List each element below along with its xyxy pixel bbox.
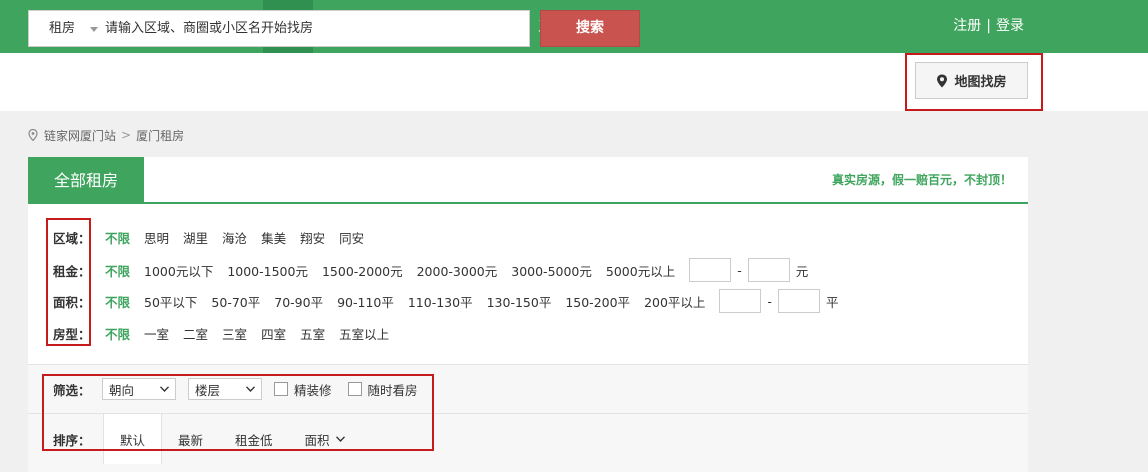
rent-option[interactable]: 2000-3000元 <box>417 261 498 280</box>
rent-unit: 元 <box>795 263 809 279</box>
location-pin-icon <box>28 129 38 141</box>
annotation-box-labels <box>46 218 91 346</box>
auth-links: 注册 | 登录 <box>953 0 1024 53</box>
area-option[interactable]: 同安 <box>339 228 364 247</box>
size-unit: 平 <box>825 294 839 310</box>
size-option[interactable]: 70-90平 <box>274 292 323 311</box>
filter-row-layout: 房型： 不限 一室 二室 三室 四室 五室 五室以上 <box>53 323 403 343</box>
annotation-box-sort <box>42 374 434 451</box>
area-option[interactable]: 翔安 <box>300 228 325 247</box>
size-option[interactable]: 50-70平 <box>211 292 260 311</box>
breadcrumb-current[interactable]: 厦门租房 <box>136 127 184 144</box>
chevron-right-icon: > <box>121 128 132 142</box>
size-option[interactable]: 50平以下 <box>144 292 197 311</box>
tab-bar: 全部租房 真实房源，假一赔百元，不封顶！ <box>28 157 1028 204</box>
layout-option[interactable]: 三室 <box>222 324 247 343</box>
caret-down-icon[interactable] <box>90 27 98 32</box>
filter-row-area: 区域： 不限 思明 湖里 海沧 集美 翔安 同安 <box>53 227 378 247</box>
rent-option[interactable]: 不限 <box>105 261 130 280</box>
size-option[interactable]: 130-150平 <box>487 292 552 311</box>
search-box: 租房 <box>28 10 530 47</box>
login-link[interactable]: 登录 <box>996 18 1024 34</box>
breadcrumb: 链家网厦门站 > 厦门租房 <box>28 127 184 143</box>
search-type-select[interactable]: 租房 <box>49 11 75 46</box>
rent-option[interactable]: 1500-2000元 <box>322 261 403 280</box>
size-min-input[interactable] <box>719 289 762 313</box>
rent-max-input[interactable] <box>747 258 790 282</box>
annotation-box-map <box>905 53 1043 111</box>
size-option[interactable]: 不限 <box>105 292 130 311</box>
register-link[interactable]: 注册 <box>953 18 981 34</box>
promo-text: 真实房源，假一赔百元，不封顶！ <box>831 173 1012 187</box>
layout-option[interactable]: 五室以上 <box>339 324 389 343</box>
size-option[interactable]: 90-110平 <box>337 292 394 311</box>
rent-min-input[interactable] <box>689 258 732 282</box>
size-option[interactable]: 200平以上 <box>644 292 705 311</box>
rent-option[interactable]: 3000-5000元 <box>511 261 592 280</box>
layout-option[interactable]: 二室 <box>183 324 208 343</box>
range-dash: - <box>767 293 772 309</box>
filter-row-rent: 租金： 不限 1000元以下 1000-1500元 1500-2000元 200… <box>53 258 808 282</box>
area-option[interactable]: 湖里 <box>183 228 208 247</box>
search-button[interactable]: 搜索 <box>540 10 640 47</box>
breadcrumb-home[interactable]: 链家网厦门站 <box>44 127 116 144</box>
layout-option[interactable]: 不限 <box>105 324 130 343</box>
size-option[interactable]: 150-200平 <box>565 292 630 311</box>
size-max-input[interactable] <box>777 289 820 313</box>
size-option[interactable]: 110-130平 <box>408 292 473 311</box>
area-option[interactable]: 思明 <box>144 228 169 247</box>
area-option[interactable]: 集美 <box>261 228 286 247</box>
search-input[interactable] <box>105 11 515 46</box>
rent-option[interactable]: 1000元以下 <box>144 261 213 280</box>
tab-all-rentals[interactable]: 全部租房 <box>28 157 144 204</box>
filter-row-size: 面积： 不限 50平以下 50-70平 70-90平 90-110平 110-1… <box>53 289 838 313</box>
rent-option[interactable]: 1000-1500元 <box>227 261 308 280</box>
area-option[interactable]: 不限 <box>105 228 130 247</box>
layout-option[interactable]: 一室 <box>144 324 169 343</box>
auth-separator: | <box>986 18 991 34</box>
area-option[interactable]: 海沧 <box>222 228 247 247</box>
layout-option[interactable]: 五室 <box>300 324 325 343</box>
rent-option[interactable]: 5000元以上 <box>606 261 675 280</box>
range-dash: - <box>737 262 742 278</box>
layout-option[interactable]: 四室 <box>261 324 286 343</box>
